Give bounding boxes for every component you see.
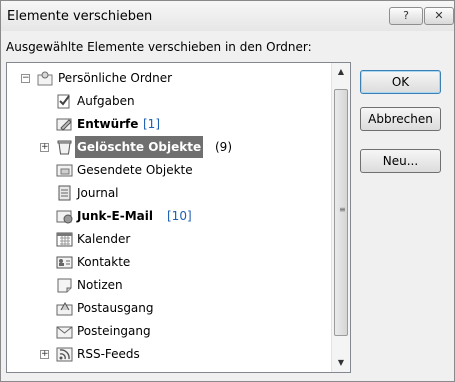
vertical-scrollbar[interactable]: ▲ ≡ ▼ [331,63,350,372]
tree-item-entwuerfe[interactable]: Entwürfe [1] [7,113,327,135]
collapse-icon[interactable]: − [21,74,30,83]
scroll-down-icon[interactable]: ▼ [332,354,350,371]
drafts-icon [56,118,72,131]
tree-item-posteingang[interactable]: Posteingang [7,320,327,342]
tree-item-label: Entwürfe [77,117,139,131]
tree-item-junk-e-mail[interactable]: Junk-E-Mail [10] [7,205,327,227]
cancel-button[interactable]: Abbrechen [360,107,441,131]
item-count: (9) [215,140,232,154]
junk-mail-icon [56,210,73,224]
sent-items-icon [56,164,73,177]
title-bar: Elemente verschieben ? ✕ [1,1,454,31]
tree-item-label: Notizen [77,278,123,292]
tree-item-postausgang[interactable]: Postausgang [7,297,327,319]
ok-button[interactable]: OK [360,70,441,94]
tree-item-label: RSS-Feeds [77,347,140,361]
outbox-icon [56,301,73,316]
personal-folders-icon [37,71,53,86]
grip-icon: ≡ [339,205,346,214]
unread-count: [1] [143,117,160,131]
tree-root-label: Persönliche Ordner [58,71,173,85]
tree-item-label: Kalender [77,232,131,246]
move-items-dialog: Elemente verschieben ? ✕ Ausgewählte Ele… [0,0,455,382]
tree-item-journal[interactable]: Journal [7,182,327,204]
expand-icon[interactable]: + [40,350,49,359]
tree-item-geloeschte-objekte[interactable]: + Gelöschte Objekte (9) [7,136,327,158]
expand-icon[interactable]: + [40,143,49,152]
scrollbar-thumb[interactable]: ≡ [334,89,348,336]
tree-item-label: Kontakte [77,255,131,269]
journal-icon [58,185,71,201]
tree-item-label: Journal [77,186,119,200]
tree-item-label: Postausgang [77,301,154,315]
tree-item-gesendete-objekte[interactable]: Gesendete Objekte [7,159,327,181]
help-button[interactable]: ? [389,7,423,25]
window-title: Elemente verschieben [7,9,153,24]
tree-root-personal-folders[interactable]: − Persönliche Ordner [7,67,327,89]
tree-item-rss-feeds[interactable]: + RSS-Feeds [7,343,327,365]
tree-item-notizen[interactable]: Notizen [7,274,327,296]
scroll-up-icon[interactable]: ▲ [332,63,350,80]
contacts-icon [56,256,73,269]
tasks-icon [57,94,70,109]
tree-item-label: Posteingang [77,324,151,338]
deleted-items-icon [57,140,72,155]
tree-item-label: Junk-E-Mail [77,209,153,223]
calendar-icon [56,232,73,247]
prompt-label: Ausgewählte Elemente verschieben in den … [6,40,312,54]
tree-item-label: Gelöschte Objekte [75,136,204,158]
tree-item-label: Gesendete Objekte [77,163,193,177]
folder-tree[interactable]: − Persönliche Ordner Aufgaben Entwürfe [… [6,62,351,373]
tree-item-kalender[interactable]: Kalender [7,228,327,250]
tree-item-aufgaben[interactable]: Aufgaben [7,90,327,112]
notes-icon [57,278,72,293]
tree-item-label: Aufgaben [77,94,135,108]
inbox-icon [56,326,73,339]
tree-item-kontakte[interactable]: Kontakte [7,251,327,273]
new-folder-button[interactable]: Neu... [360,149,441,173]
rss-icon [56,347,73,362]
close-button[interactable]: ✕ [424,7,454,25]
unread-count: [10] [167,209,192,223]
